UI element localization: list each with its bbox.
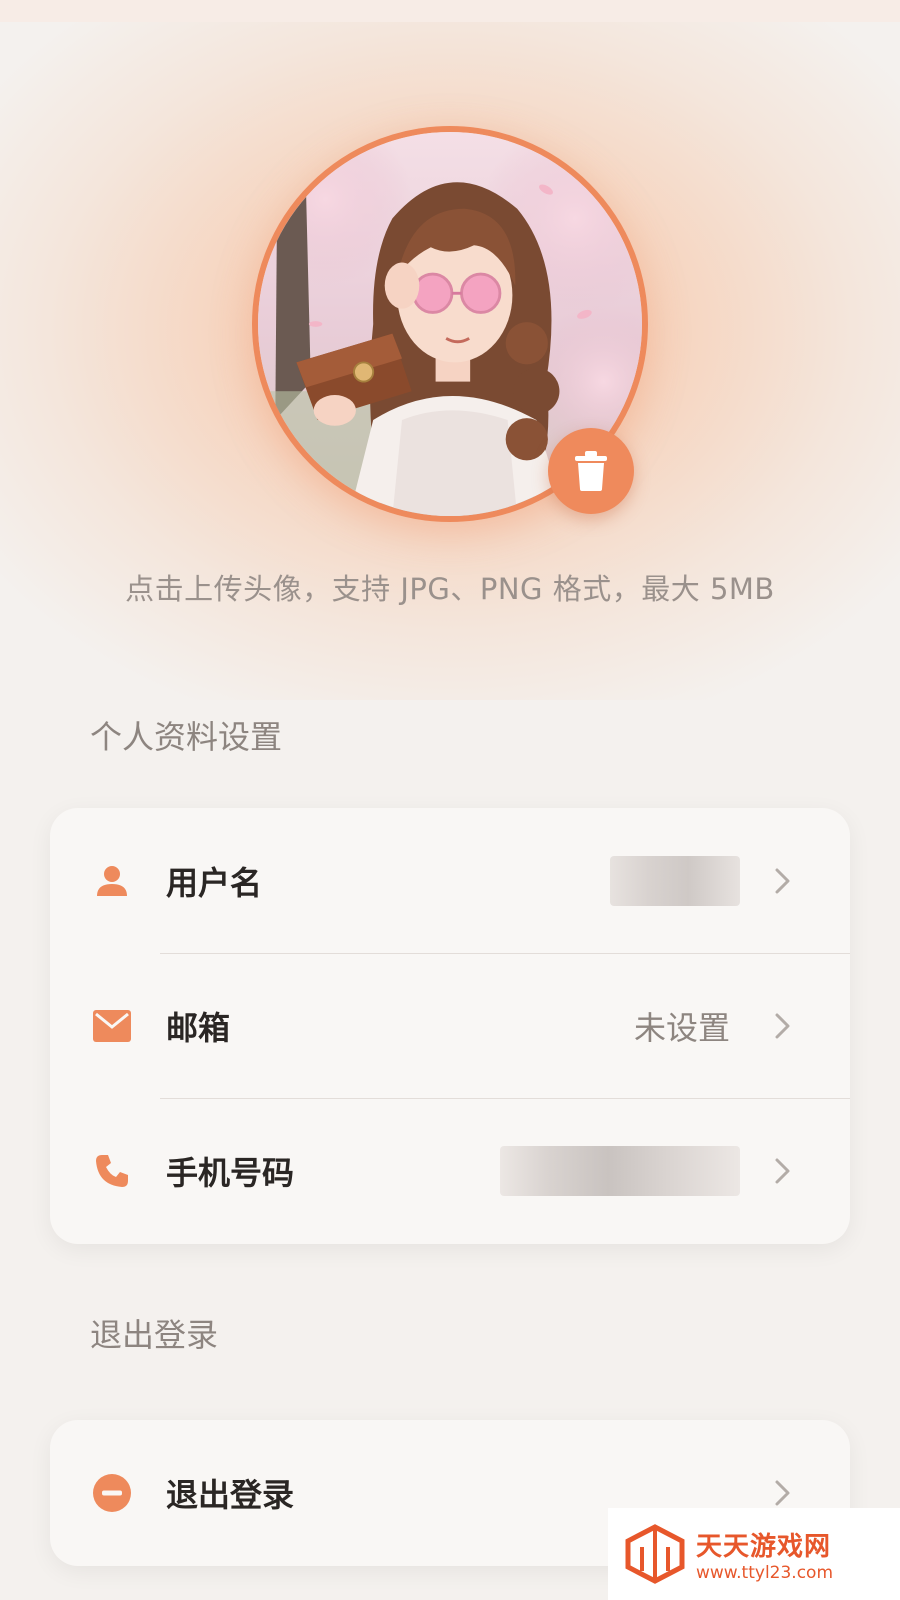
minus-circle-icon (90, 1471, 134, 1515)
username-label: 用户名 (166, 863, 263, 902)
email-label: 邮箱 (166, 1008, 231, 1047)
username-row[interactable]: 用户名 (50, 808, 850, 953)
upload-hint: 点击上传头像，支持 JPG、PNG 格式，最大 5MB (125, 572, 775, 606)
logout-section-title: 退出登录 (90, 1316, 219, 1354)
logout-label: 退出登录 (166, 1475, 295, 1514)
username-value-redacted (610, 855, 740, 906)
email-row[interactable]: 邮箱 未设置 (50, 953, 850, 1098)
watermark: 天天游戏网 www.ttyl23.com (608, 1508, 900, 1600)
chevron-right-icon (775, 1013, 790, 1038)
profile-card: 用户名 邮箱 未设置 手机号码 (50, 808, 850, 1244)
phone-icon (90, 1149, 134, 1193)
phone-value-redacted (500, 1145, 740, 1196)
mail-icon (90, 1004, 134, 1048)
phone-row[interactable]: 手机号码 (50, 1098, 850, 1243)
trash-icon (575, 451, 607, 491)
person-icon (90, 859, 134, 903)
site-logo-icon (625, 1524, 685, 1584)
status-bar (0, 0, 900, 22)
watermark-name: 天天游戏网 (696, 1531, 832, 1562)
phone-label: 手机号码 (166, 1153, 295, 1192)
delete-avatar-button[interactable] (548, 428, 634, 514)
watermark-url: www.ttyl23.com (696, 1562, 834, 1583)
profile-section-title: 个人资料设置 (90, 718, 283, 756)
chevron-right-icon (775, 1480, 790, 1505)
chevron-right-icon (775, 868, 790, 893)
email-value: 未设置 (633, 1008, 730, 1047)
chevron-right-icon (775, 1158, 790, 1183)
